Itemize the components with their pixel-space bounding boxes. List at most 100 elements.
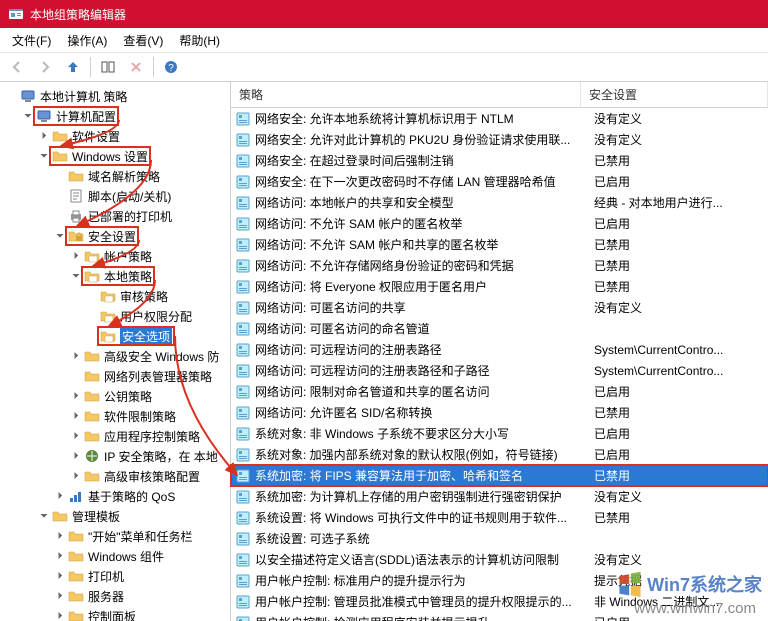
chevron-down-icon[interactable]: ⏷ [20, 108, 36, 124]
policy-row[interactable]: 网络访问: 可远程访问的注册表路径和子路径System\CurrentContr… [231, 360, 768, 381]
tree-item[interactable]: ⏵基于策略的 QoS [0, 486, 230, 506]
tree-item[interactable]: 网络列表管理器策略 [0, 366, 230, 386]
policy-row[interactable]: 网络安全: 允许本地系统将计算机标识用于 NTLM没有定义 [231, 108, 768, 129]
chevron-right-icon[interactable]: ⏵ [52, 608, 68, 621]
tree-item[interactable]: 域名解析策略 [0, 166, 230, 186]
tree-item[interactable]: ⏷计算机配置 [0, 106, 230, 126]
policy-row[interactable]: 系统设置: 可选子系统 [231, 528, 768, 549]
tree-item[interactable]: ⏵软件设置 [0, 126, 230, 146]
policy-row[interactable]: 网络安全: 在下一次更改密码时不存储 LAN 管理器哈希值已启用 [231, 171, 768, 192]
tree-item[interactable]: 脚本(启动/关机) [0, 186, 230, 206]
policy-row[interactable]: 网络访问: 限制对命名管道和共享的匿名访问已启用 [231, 381, 768, 402]
tree-item[interactable]: 本地计算机 策略 [0, 86, 230, 106]
chevron-right-icon[interactable]: ⏵ [68, 468, 84, 484]
policy-row[interactable]: 网络访问: 不允许 SAM 帐户的匿名枚举已启用 [231, 213, 768, 234]
column-value[interactable]: 安全设置 [581, 82, 768, 107]
tree-item[interactable]: ⏵ Windows 组件 [0, 546, 230, 566]
policy-icon [235, 573, 251, 589]
tree-item[interactable]: ⏵软件限制策略 [0, 406, 230, 426]
nav-up-button[interactable] [60, 54, 86, 80]
chevron-right-icon[interactable]: ⏵ [68, 448, 84, 464]
tree-item-label: Windows 设置 [72, 148, 148, 165]
policy-row[interactable]: 以安全描述符定义语言(SDDL)语法表示的计算机访问限制没有定义 [231, 549, 768, 570]
policy-row[interactable]: 系统对象: 非 Windows 子系统不要求区分大小写已启用 [231, 423, 768, 444]
tree-item[interactable]: ⏵高级安全 Windows 防 [0, 346, 230, 366]
policy-row[interactable]: 系统对象: 加强内部系统对象的默认权限(例如，符号链接)已启用 [231, 444, 768, 465]
spacer [52, 208, 68, 224]
nav-forward-button[interactable] [32, 54, 58, 80]
tree-item[interactable]: ⏷ Windows 设置 [0, 146, 230, 166]
column-policy[interactable]: 策略 [231, 82, 581, 107]
chevron-right-icon[interactable]: ⏵ [52, 568, 68, 584]
chevron-right-icon[interactable]: ⏵ [52, 488, 68, 504]
tree-pane[interactable]: 本地计算机 策略⏷计算机配置⏵软件设置 ⏷ Windows 设置域名解析策略脚本(启… [0, 82, 231, 621]
chevron-right-icon[interactable]: ⏵ [52, 528, 68, 544]
policy-value: 已禁用 [594, 509, 764, 526]
chevron-right-icon[interactable]: ⏵ [68, 248, 84, 264]
chevron-down-icon[interactable]: ⏷ [36, 148, 52, 164]
policy-row[interactable]: 系统加密: 为计算机上存储的用户密钥强制进行强密钥保护没有定义 [231, 486, 768, 507]
tree-item-label: 本地计算机 策略 [40, 88, 127, 105]
chevron-right-icon[interactable]: ⏵ [68, 408, 84, 424]
policy-value: 没有定义 [594, 131, 764, 148]
policy-row[interactable]: 网络访问: 将 Everyone 权限应用于匿名用户已禁用 [231, 276, 768, 297]
tree-item-label: 域名解析策略 [88, 168, 160, 185]
nav-back-button[interactable] [4, 54, 30, 80]
policy-row[interactable]: 网络访问: 可远程访问的注册表路径System\CurrentContro... [231, 339, 768, 360]
tree-item[interactable]: ⏵"开始"菜单和任务栏 [0, 526, 230, 546]
policy-value: 已启用 [594, 383, 764, 400]
tree-item-label: 脚本(启动/关机) [88, 188, 171, 205]
show-hide-tree-button[interactable] [95, 54, 121, 80]
chevron-right-icon[interactable]: ⏵ [68, 348, 84, 364]
policy-icon [235, 531, 251, 547]
policy-name: 网络访问: 可匿名访问的命名管道 [255, 320, 594, 337]
tree-item[interactable]: ⏷管理模板 [0, 506, 230, 526]
chevron-right-icon[interactable]: ⏵ [52, 548, 68, 564]
policy-row[interactable]: 网络访问: 可匿名访问的共享没有定义 [231, 297, 768, 318]
chevron-right-icon[interactable]: ⏵ [68, 388, 84, 404]
tree-item[interactable]: 安全选项 [0, 326, 230, 346]
tree-item[interactable]: ⏵IP 安全策略，在 本地 [0, 446, 230, 466]
menu-help[interactable]: 帮助(H) [171, 30, 228, 51]
chevron-right-icon[interactable]: ⏵ [52, 588, 68, 604]
tree-item[interactable]: 审核策略 [0, 286, 230, 306]
policy-row[interactable]: 网络访问: 本地帐户的共享和安全模型经典 - 对本地用户进行... [231, 192, 768, 213]
tree-item[interactable]: ⏵高级审核策略配置 [0, 466, 230, 486]
policy-icon [235, 594, 251, 610]
delete-button[interactable] [123, 54, 149, 80]
policy-row[interactable]: 网络安全: 在超过登录时间后强制注销已禁用 [231, 150, 768, 171]
policy-name: 网络访问: 可远程访问的注册表路径 [255, 341, 594, 358]
chevron-down-icon[interactable]: ⏷ [36, 508, 52, 524]
app-icon [8, 6, 24, 22]
list-pane[interactable]: 策略 安全设置 网络安全: 允许本地系统将计算机标识用于 NTLM没有定义网络安… [231, 82, 768, 621]
policy-icon [235, 237, 251, 253]
policy-row[interactable]: 网络安全: 允许对此计算机的 PKU2U 身份验证请求使用联...没有定义 [231, 129, 768, 150]
tree-item-label: Windows 组件 [88, 548, 164, 565]
menu-view[interactable]: 查看(V) [115, 30, 171, 51]
tree-item[interactable]: ⏵服务器 [0, 586, 230, 606]
chevron-right-icon[interactable]: ⏵ [36, 128, 52, 144]
policy-row[interactable]: 网络访问: 不允许存储网络身份验证的密码和凭据已禁用 [231, 255, 768, 276]
policy-row[interactable]: 网络访问: 不允许 SAM 帐户和共享的匿名枚举已禁用 [231, 234, 768, 255]
tree-item[interactable]: ⏵应用程序控制策略 [0, 426, 230, 446]
tree-item[interactable]: ⏵帐户策略 [0, 246, 230, 266]
policy-row[interactable]: 网络访问: 允许匿名 SID/名称转换已禁用 [231, 402, 768, 423]
policy-row[interactable]: 系统加密: 将 FIPS 兼容算法用于加密、哈希和签名已禁用 [231, 465, 768, 486]
policy-icon [235, 321, 251, 337]
tree-item-label: 审核策略 [120, 288, 168, 305]
chevron-down-icon[interactable]: ⏷ [52, 228, 68, 244]
tree-item[interactable]: ⏵控制面板 [0, 606, 230, 621]
tree-item[interactable]: 已部署的打印机 [0, 206, 230, 226]
tree-item[interactable]: 用户权限分配 [0, 306, 230, 326]
policy-row[interactable]: 系统设置: 将 Windows 可执行文件中的证书规则用于软件...已禁用 [231, 507, 768, 528]
menu-action[interactable]: 操作(A) [59, 30, 115, 51]
chevron-right-icon[interactable]: ⏵ [68, 428, 84, 444]
help-button[interactable]: ? [158, 54, 184, 80]
tree-item[interactable]: ⏵打印机 [0, 566, 230, 586]
menu-file[interactable]: 文件(F) [4, 30, 59, 51]
tree-item[interactable]: ⏵公钥策略 [0, 386, 230, 406]
chevron-down-icon[interactable]: ⏷ [68, 268, 84, 284]
tree-item[interactable]: ⏷本地策略 [0, 266, 230, 286]
policy-row[interactable]: 网络访问: 可匿名访问的命名管道 [231, 318, 768, 339]
tree-item[interactable]: ⏷安全设置 [0, 226, 230, 246]
